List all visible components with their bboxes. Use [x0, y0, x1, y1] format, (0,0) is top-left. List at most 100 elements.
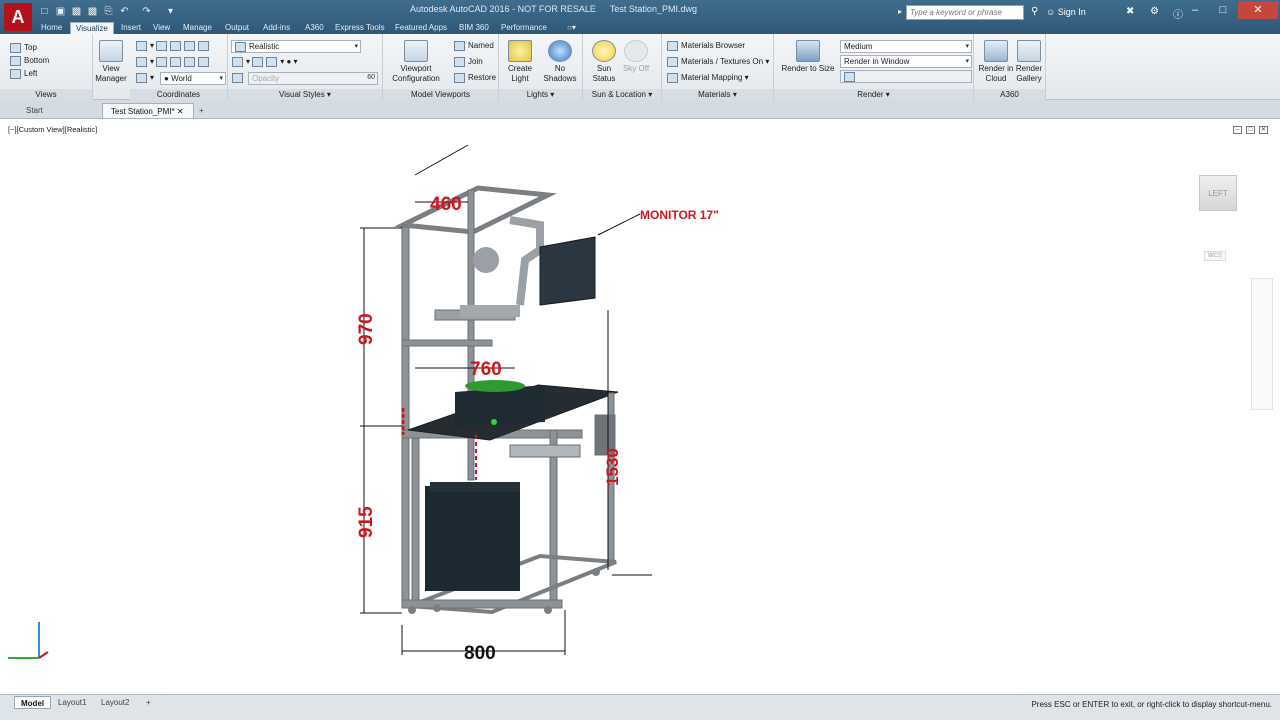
- named-viewports-button[interactable]: Named: [454, 41, 494, 51]
- viewport-restore-icon[interactable]: □: [1246, 126, 1255, 134]
- join-viewports-button[interactable]: Join: [454, 57, 483, 67]
- viewport-close-icon[interactable]: ✕: [1259, 126, 1268, 134]
- render-quality-select[interactable]: Medium ▾: [840, 40, 972, 53]
- tab-home[interactable]: Home: [36, 22, 67, 34]
- tab-output[interactable]: Output: [220, 22, 254, 34]
- open-file-icon[interactable]: ▣: [54, 5, 67, 18]
- render-in-cloud-button[interactable]: Render in Cloud: [977, 40, 1015, 84]
- sign-in-button[interactable]: ☺ Sign In: [1046, 7, 1086, 17]
- tab-add-ins[interactable]: Add-ins: [258, 22, 295, 34]
- light-bulb-icon: [508, 40, 532, 62]
- layout-tab-layout2[interactable]: Layout2: [95, 696, 135, 709]
- plot-icon[interactable]: ⎘: [102, 5, 115, 18]
- search-input[interactable]: Type a keyword or phrase: [906, 5, 1024, 20]
- visual-styles-panel-title: Visual Styles ▾: [228, 89, 382, 100]
- stay-connected-icon[interactable]: ⚙: [1150, 6, 1159, 17]
- close-tab-icon[interactable]: ✕: [177, 107, 184, 116]
- materials-textures-button[interactable]: Materials / Textures On ▾: [667, 57, 769, 67]
- visual-style-tools[interactable]: ▾ ▾ ● ▾: [232, 57, 298, 67]
- opacity-slider[interactable]: Opacity 60: [248, 72, 378, 85]
- sun-status-button[interactable]: Sun Status: [587, 40, 621, 84]
- dimension-460: 460: [430, 194, 462, 215]
- shadows-icon: [548, 40, 572, 62]
- tab-insert[interactable]: Insert: [116, 22, 146, 34]
- maximize-button[interactable]: □: [1209, 1, 1237, 19]
- ribbon-minimize-icon[interactable]: ○▾: [562, 22, 581, 34]
- search-icon[interactable]: ⚲: [1031, 6, 1038, 17]
- application-menu-button[interactable]: A: [4, 3, 32, 31]
- render-environment-button[interactable]: [840, 70, 972, 83]
- bottom-view-icon: [10, 56, 21, 66]
- render-target-select[interactable]: Render in Window ▾: [840, 55, 972, 68]
- test-station-model[interactable]: MONITOR 17" 460 970 760 1530 915 800: [340, 130, 740, 665]
- viewport-configuration-button[interactable]: Viewport Configuration: [388, 40, 444, 84]
- ucs-icon-left[interactable]: ▾: [136, 73, 154, 83]
- sky-off-button[interactable]: Sky Off: [620, 40, 652, 74]
- close-button[interactable]: ✕: [1238, 1, 1278, 19]
- ucs-icons-row-1[interactable]: ▾: [136, 41, 212, 51]
- views-panel-title: Views: [0, 89, 92, 100]
- no-shadows-button[interactable]: No Shadows: [542, 40, 578, 84]
- visual-style-select[interactable]: Realistic ▾: [231, 40, 361, 53]
- view-manager-icon: [99, 40, 123, 62]
- material-mapping-button[interactable]: Material Mapping ▾: [667, 73, 749, 83]
- exchange-icon[interactable]: ✖: [1126, 6, 1134, 17]
- sun-icon: [592, 40, 616, 62]
- redo-icon[interactable]: ↷: [140, 5, 153, 18]
- layout-tab-layout1[interactable]: Layout1: [52, 696, 92, 709]
- render-gallery-button[interactable]: Render Gallery: [1012, 40, 1046, 84]
- search-expand-icon[interactable]: ▸: [898, 7, 902, 16]
- render-to-size-button[interactable]: Render to Size: [780, 40, 836, 74]
- navigation-bar[interactable]: [1251, 278, 1273, 410]
- ucs-icons-row-2[interactable]: ▾: [136, 57, 212, 67]
- a360-panel-title: A360: [974, 89, 1045, 100]
- view-bottom[interactable]: Bottom: [10, 56, 49, 66]
- monitor: [539, 236, 596, 306]
- viewport-minimize-icon[interactable]: –: [1233, 126, 1242, 134]
- tab-manage[interactable]: Manage: [178, 22, 217, 34]
- add-layout-button[interactable]: +: [140, 696, 157, 709]
- view-left[interactable]: Left: [10, 69, 37, 79]
- view-manager-button[interactable]: View Manager: [94, 40, 128, 84]
- tab-featured-apps[interactable]: Featured Apps: [390, 22, 452, 34]
- dimension-970: 970: [356, 313, 377, 345]
- viewcube[interactable]: LEFT: [1199, 175, 1237, 211]
- window-title: Autodesk AutoCAD 2016 - NOT FOR RESALE Te…: [410, 4, 697, 14]
- materials-panel-title: Materials ▾: [662, 89, 773, 100]
- tab-performance[interactable]: Performance: [496, 22, 552, 34]
- doc-tab-test-station[interactable]: Test Station_PMI* ✕: [102, 103, 194, 118]
- save-icon[interactable]: ▩: [70, 5, 83, 18]
- undo-icon[interactable]: ↶: [118, 5, 131, 18]
- cloud-render-icon: [984, 40, 1008, 62]
- tab-view[interactable]: View: [148, 22, 175, 34]
- render-environment-icon: [844, 72, 855, 82]
- materials-browser-button[interactable]: Materials Browser: [667, 41, 745, 51]
- viewport-configuration-icon: [404, 40, 428, 62]
- restore-viewports-button[interactable]: Restore: [454, 73, 496, 83]
- materials-browser-icon: [667, 41, 678, 51]
- new-file-icon[interactable]: □: [38, 5, 51, 18]
- coordinates-panel-title: Coordinates: [130, 89, 227, 100]
- monitor-leader: [597, 213, 641, 236]
- tab-bim-360[interactable]: BIM 360: [454, 22, 494, 34]
- qat-dropdown-icon[interactable]: ▾: [164, 5, 177, 18]
- viewport-controls-label[interactable]: [−][Custom View][Realistic]: [8, 125, 97, 134]
- render-panel-title: Render ▾: [774, 89, 973, 100]
- minimize-button[interactable]: –: [1181, 1, 1209, 19]
- ucs-world-select[interactable]: ● World ▾: [160, 72, 226, 85]
- tab-visualize[interactable]: Visualize: [70, 22, 114, 34]
- top-view-icon: [10, 43, 21, 53]
- view-top[interactable]: Top: [10, 43, 37, 53]
- new-tab-button[interactable]: +: [196, 103, 212, 118]
- restore-icon: [454, 73, 465, 83]
- layout-tab-model[interactable]: Model: [14, 696, 52, 709]
- command-prompt: Press ESC or ENTER to exit, or right-cli…: [1031, 700, 1272, 709]
- tab-a360[interactable]: A360: [300, 22, 329, 34]
- left-view-icon: [10, 69, 21, 79]
- create-light-button[interactable]: Create Light: [503, 40, 537, 84]
- tab-express-tools[interactable]: Express Tools: [330, 22, 390, 34]
- save-as-icon[interactable]: ▩: [86, 5, 99, 18]
- dimension-760: 760: [470, 359, 502, 380]
- doc-tab-start[interactable]: Start: [18, 103, 100, 118]
- wcs-menu[interactable]: WCS: [1204, 251, 1226, 261]
